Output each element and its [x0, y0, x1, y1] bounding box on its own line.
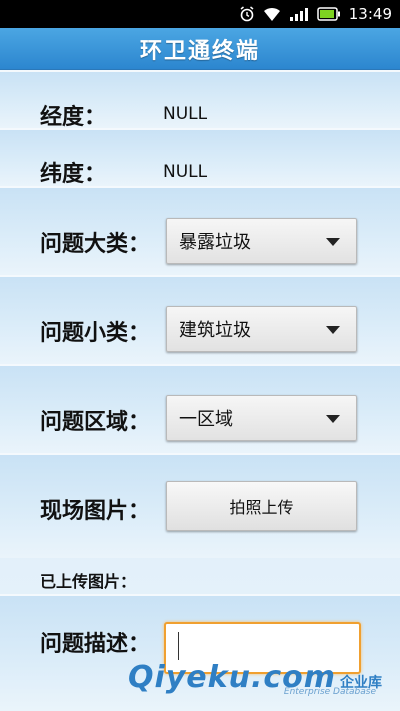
- longitude-label: 经度：: [40, 105, 107, 130]
- watermark: Qiyeku.com 企业库 Enterprise Database: [128, 660, 382, 697]
- photo-label: 现场图片：: [40, 499, 151, 524]
- chevron-down-icon: [326, 415, 340, 423]
- page-title: 环卫通终端: [139, 38, 260, 64]
- category-selected: 暴露垃圾: [179, 232, 251, 253]
- longitude-value: NULL: [163, 104, 208, 124]
- latitude-row: 纬度： NULL: [0, 128, 400, 187]
- photo-row: 现场图片： 拍照上传: [0, 453, 400, 558]
- signal-icon: [289, 6, 309, 22]
- title-bar: 环卫通终端: [0, 28, 400, 70]
- text-cursor: [178, 632, 179, 660]
- latitude-value: NULL: [163, 162, 208, 182]
- category-dropdown[interactable]: 暴露垃圾: [166, 218, 357, 264]
- take-photo-upload-button[interactable]: 拍照上传: [166, 481, 357, 531]
- battery-icon: [317, 7, 341, 21]
- status-time: 13:49: [348, 5, 392, 23]
- area-label: 问题区域：: [40, 410, 151, 435]
- longitude-row: 经度： NULL: [0, 70, 400, 130]
- chevron-down-icon: [326, 238, 340, 246]
- area-selected: 一区域: [179, 409, 233, 430]
- wifi-icon: [263, 6, 281, 22]
- alarm-icon: [239, 6, 255, 22]
- area-row: 问题区域： 一区域: [0, 364, 400, 453]
- watermark-subtext: Enterprise Database: [283, 687, 376, 697]
- area-dropdown[interactable]: 一区域: [166, 395, 357, 441]
- subcategory-label: 问题小类：: [40, 321, 151, 346]
- subcategory-row: 问题小类： 建筑垃圾: [0, 275, 400, 364]
- category-label: 问题大类：: [40, 232, 151, 257]
- description-label: 问题描述：: [40, 632, 151, 657]
- latitude-label: 纬度：: [40, 162, 107, 187]
- chevron-down-icon: [326, 326, 340, 334]
- category-row: 问题大类： 暴露垃圾: [0, 186, 400, 275]
- uploaded-images-row: 已上传图片：: [0, 558, 400, 594]
- uploaded-images-label: 已上传图片：: [40, 572, 137, 591]
- status-bar: 13:49: [0, 0, 400, 28]
- subcategory-dropdown[interactable]: 建筑垃圾: [166, 306, 357, 352]
- subcategory-selected: 建筑垃圾: [179, 320, 251, 341]
